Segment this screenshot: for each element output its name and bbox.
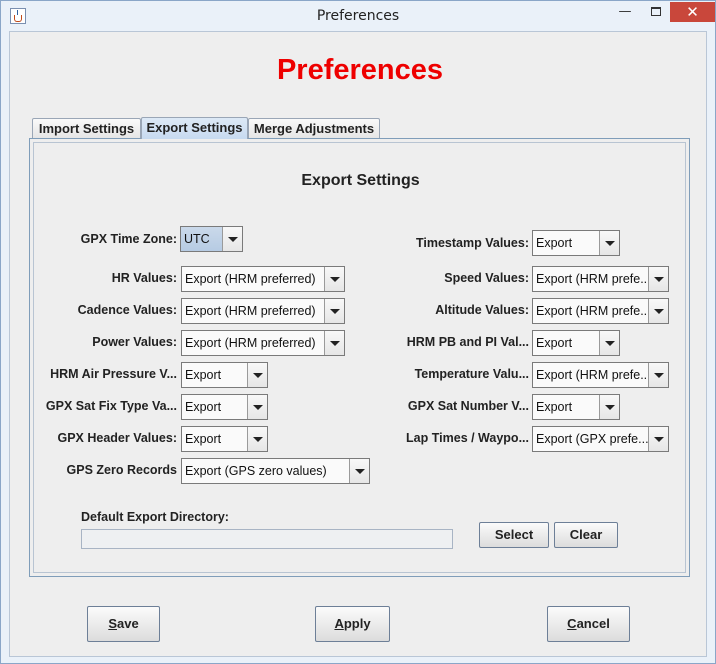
cadence-values-value: Export (HRM preferred) bbox=[185, 304, 316, 318]
tab-merge-adjustments[interactable]: Merge Adjustments bbox=[248, 118, 380, 139]
altitude-values-value: Export (HRM prefe... bbox=[536, 304, 651, 318]
hr-values-value: Export (HRM preferred) bbox=[185, 272, 316, 286]
gpx-time-zone-label: GPX Time Zone: bbox=[80, 232, 177, 246]
chevron-down-icon[interactable] bbox=[324, 331, 344, 355]
preferences-window: Preferences — ✕ Preferences Import Setti… bbox=[0, 0, 716, 664]
export-settings-panel: Export Settings GPX Time Zone: UTC HR Va… bbox=[29, 138, 690, 577]
chevron-down-icon[interactable] bbox=[247, 427, 267, 451]
chevron-down-icon[interactable] bbox=[247, 363, 267, 387]
section-title: Export Settings bbox=[301, 172, 420, 189]
hrm-pb-pi-select[interactable]: Export bbox=[532, 330, 620, 356]
chevron-down-icon[interactable] bbox=[648, 427, 668, 451]
chevron-down-icon[interactable] bbox=[599, 231, 619, 255]
timestamp-values-value: Export bbox=[536, 236, 573, 250]
chevron-down-icon[interactable] bbox=[599, 395, 619, 419]
hrm-air-pressure-label: HRM Air Pressure V... bbox=[50, 367, 177, 381]
speed-values-label: Speed Values: bbox=[444, 271, 529, 285]
minimize-icon[interactable]: — bbox=[608, 2, 642, 22]
temperature-values-select[interactable]: Export (HRM prefe... bbox=[532, 362, 669, 388]
gps-zero-records-select[interactable]: Export (GPS zero values) bbox=[181, 458, 370, 484]
gpx-time-zone-value: UTC bbox=[184, 232, 210, 246]
hrm-air-pressure-select[interactable]: Export bbox=[181, 362, 268, 388]
gpx-sat-number-value: Export bbox=[536, 400, 573, 414]
gpx-sat-number-label: GPX Sat Number V... bbox=[407, 399, 529, 413]
save-mnemonic: S bbox=[108, 616, 117, 631]
chevron-down-icon[interactable] bbox=[648, 267, 668, 291]
cancel-button[interactable]: Cancel bbox=[547, 606, 630, 642]
lap-times-waypoints-select[interactable]: Export (GPX prefe... bbox=[532, 426, 669, 452]
panel-border: Export Settings GPX Time Zone: UTC HR Va… bbox=[33, 142, 686, 573]
page-title: Preferences bbox=[276, 54, 444, 86]
gpx-sat-fix-type-label: GPX Sat Fix Type Va... bbox=[45, 399, 177, 413]
chevron-down-icon[interactable] bbox=[222, 227, 242, 251]
lap-times-waypoints-label: Lap Times / Waypo... bbox=[406, 431, 529, 445]
save-label-rest: ave bbox=[116, 616, 139, 631]
timestamp-values-label: Timestamp Values: bbox=[415, 236, 529, 250]
cadence-values-select[interactable]: Export (HRM preferred) bbox=[181, 298, 345, 324]
timestamp-values-select[interactable]: Export bbox=[532, 230, 620, 256]
altitude-values-select[interactable]: Export (HRM prefe... bbox=[532, 298, 669, 324]
gpx-sat-number-select[interactable]: Export bbox=[532, 394, 620, 420]
chevron-down-icon[interactable] bbox=[648, 299, 668, 323]
power-values-label: Power Values: bbox=[92, 335, 177, 349]
cancel-label-rest: ancel bbox=[576, 616, 610, 631]
gpx-header-values-select[interactable]: Export bbox=[181, 426, 268, 452]
close-icon[interactable]: ✕ bbox=[670, 2, 715, 22]
default-export-directory-field[interactable] bbox=[81, 529, 453, 549]
hr-values-label: HR Values: bbox=[111, 271, 177, 285]
dialog-content: Preferences Import Settings Export Setti… bbox=[9, 31, 707, 657]
speed-values-select[interactable]: Export (HRM prefe... bbox=[532, 266, 669, 292]
gpx-sat-fix-type-select[interactable]: Export bbox=[181, 394, 268, 420]
maximize-icon[interactable] bbox=[642, 2, 670, 22]
chevron-down-icon[interactable] bbox=[349, 459, 369, 483]
gpx-header-values-value: Export bbox=[185, 432, 222, 446]
chevron-down-icon[interactable] bbox=[648, 363, 668, 387]
clear-button[interactable]: Clear bbox=[554, 522, 618, 548]
save-button[interactable]: Save bbox=[87, 606, 160, 642]
hrm-air-pressure-value: Export bbox=[185, 368, 222, 382]
default-export-directory-label: Default Export Directory: bbox=[81, 510, 229, 524]
apply-button[interactable]: Apply bbox=[315, 606, 390, 642]
hr-values-select[interactable]: Export (HRM preferred) bbox=[181, 266, 345, 292]
lap-times-waypoints-value: Export (GPX prefe... bbox=[536, 432, 649, 446]
tab-import-settings[interactable]: Import Settings bbox=[32, 118, 141, 139]
altitude-values-label: Altitude Values: bbox=[435, 303, 529, 317]
gpx-header-values-label: GPX Header Values: bbox=[57, 431, 177, 445]
title-bar[interactable]: Preferences — ✕ bbox=[1, 1, 715, 31]
hrm-pb-pi-label: HRM PB and PI Val... bbox=[406, 335, 529, 349]
power-values-value: Export (HRM preferred) bbox=[185, 336, 316, 350]
chevron-down-icon[interactable] bbox=[324, 267, 344, 291]
speed-values-value: Export (HRM prefe... bbox=[536, 272, 651, 286]
gpx-time-zone-select[interactable]: UTC bbox=[180, 226, 243, 252]
apply-mnemonic: A bbox=[334, 616, 344, 631]
apply-label-rest: pply bbox=[343, 616, 371, 631]
temperature-values-label: Temperature Valu... bbox=[414, 367, 529, 381]
gpx-sat-fix-type-value: Export bbox=[185, 400, 222, 414]
temperature-values-value: Export (HRM prefe... bbox=[536, 368, 651, 382]
tab-export-settings[interactable]: Export Settings bbox=[141, 117, 248, 139]
chevron-down-icon[interactable] bbox=[247, 395, 267, 419]
gps-zero-records-label: GPS Zero Records bbox=[66, 463, 177, 477]
chevron-down-icon[interactable] bbox=[599, 331, 619, 355]
gps-zero-records-value: Export (GPS zero values) bbox=[185, 464, 327, 478]
cadence-values-label: Cadence Values: bbox=[77, 303, 177, 317]
hrm-pb-pi-value: Export bbox=[536, 336, 573, 350]
select-button[interactable]: Select bbox=[479, 522, 549, 548]
cancel-mnemonic: C bbox=[567, 616, 577, 631]
power-values-select[interactable]: Export (HRM preferred) bbox=[181, 330, 345, 356]
chevron-down-icon[interactable] bbox=[324, 299, 344, 323]
